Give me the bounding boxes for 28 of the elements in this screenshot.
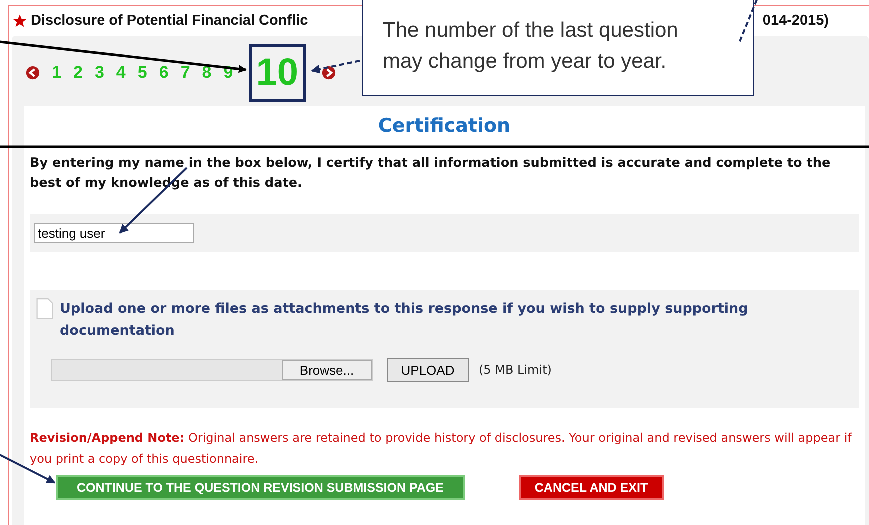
upload-instructions: Upload one or more files as attachments to this response if you wish to supply supporting documentation <box>60 300 750 341</box>
page-title: Disclosure of Potential Financial Conflic <box>31 13 308 29</box>
document-icon <box>36 298 54 320</box>
question-number[interactable]: 6 <box>159 63 169 83</box>
file-field[interactable]: Browse... <box>51 359 373 381</box>
upload-button[interactable]: UPLOAD <box>387 358 469 382</box>
size-limit: (5 MB Limit) <box>479 363 552 377</box>
next-icon[interactable] <box>322 66 336 80</box>
question-number[interactable]: 5 <box>138 63 148 83</box>
cancel-button[interactable]: CANCEL AND EXIT <box>519 475 664 500</box>
browse-button[interactable]: Browse... <box>282 360 372 380</box>
question-number[interactable]: 1 <box>52 63 62 83</box>
question-number[interactable]: 7 <box>180 63 190 83</box>
callout-text: The number of the last question may change from year to year. <box>383 18 680 75</box>
annotation-arrow <box>0 454 56 484</box>
annotation-arrow <box>311 60 360 74</box>
question-number[interactable]: 4 <box>116 63 126 83</box>
question-number[interactable]: 8 <box>202 63 212 83</box>
name-field[interactable]: testing user <box>34 223 194 243</box>
section-title: Certification <box>377 114 512 139</box>
question-number[interactable]: 10 <box>249 44 306 102</box>
previous-icon[interactable] <box>26 66 40 80</box>
continue-button[interactable]: CONTINUE TO THE QUESTION REVISION SUBMISSION PAGE <box>56 475 465 500</box>
question-number[interactable]: 3 <box>94 63 104 83</box>
page-title: 014-2015) <box>762 13 829 29</box>
star-icon <box>13 14 27 28</box>
question-number[interactable]: 2 <box>73 63 83 83</box>
revision-note: Revision/Append Note: Original answers are retained to provide history of disclosures. Your original and revised answers will appear if you print a copy of this questionnaire. <box>30 430 854 468</box>
